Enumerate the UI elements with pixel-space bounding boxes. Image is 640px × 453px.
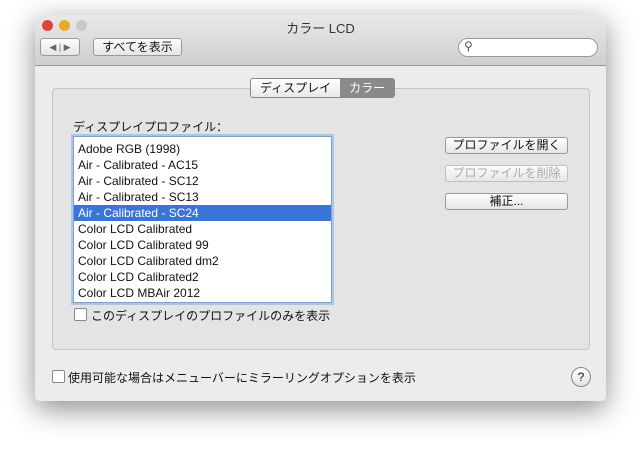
tab-display[interactable]: ディスプレイ [251, 79, 341, 97]
list-item[interactable]: Color LCD Calibrated2 [74, 269, 331, 285]
mirroring-label: 使用可能な場合はメニューバーにミラーリングオプションを表示 [68, 371, 416, 385]
calibrate-button[interactable]: 補正... [445, 193, 568, 210]
profile-list[interactable]: Adobe RGB (1998) Air - Calibrated - AC15… [73, 136, 332, 303]
delete-profile-button[interactable]: プロファイルを削除 [445, 165, 568, 182]
forward-icon[interactable]: ▶ [64, 42, 71, 52]
show-all-button[interactable]: すべてを表示 [93, 38, 182, 56]
only-this-display-label: このディスプレイのプロファイルのみを表示 [91, 309, 331, 323]
profiles-label: ディスプレイプロファイル： [73, 120, 229, 134]
only-this-display-checkbox[interactable] [74, 308, 87, 321]
list-item[interactable]: Color LCD Calibrated 99 [74, 237, 331, 253]
list-item[interactable]: Color LCD Calibrated dm2 [74, 253, 331, 269]
tab-bar: ディスプレイ カラー [250, 78, 396, 98]
open-profile-button[interactable]: プロファイルを開く [445, 137, 568, 154]
list-item[interactable]: Color LCD MBAir 2012 [74, 285, 331, 301]
list-item[interactable]: Air - Calibrated - SC13 [74, 189, 331, 205]
list-item[interactable]: Color LCD Calibrated [74, 221, 331, 237]
back-icon[interactable]: ◀ [49, 42, 56, 52]
list-item-selected[interactable]: Air - Calibrated - SC24 [74, 205, 331, 221]
toolbar: カラー LCD ◀ | ▶ すべてを表示 ⚲ [35, 15, 606, 66]
help-button[interactable]: ? [571, 367, 591, 387]
search-icon: ⚲ [464, 39, 473, 53]
search-input[interactable]: ⚲ [458, 38, 598, 57]
window-title: カラー LCD [286, 21, 355, 36]
list-item[interactable]: Adobe RGB (1998) [74, 141, 331, 157]
list-item[interactable]: Air - Calibrated - SC12 [74, 173, 331, 189]
mirroring-checkbox[interactable] [52, 370, 65, 383]
list-item[interactable]: Air - Calibrated - AC15 [74, 157, 331, 173]
back-forward-buttons[interactable]: ◀ | ▶ [40, 38, 80, 56]
window: カラー LCD ◀ | ▶ すべてを表示 ⚲ ディスプレイ カラー ディスプレイ… [35, 15, 606, 401]
tab-color[interactable]: カラー [340, 79, 395, 97]
